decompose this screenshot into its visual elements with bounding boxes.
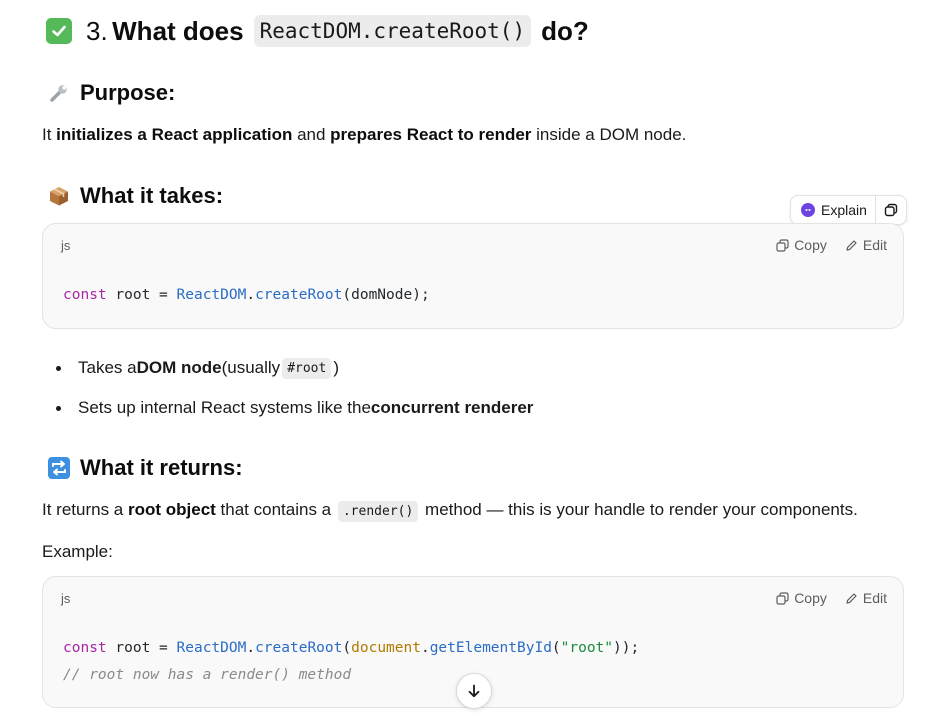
- copy-code-button[interactable]: Copy: [776, 237, 827, 253]
- code-line: const root = ReactDOM.createRoot(domNode…: [63, 287, 430, 303]
- purpose-text-3: inside a DOM node.: [531, 125, 687, 144]
- copy-icon: [776, 238, 789, 252]
- code-string: "root": [560, 640, 614, 656]
- purpose-paragraph: It initializes a React application and p…: [42, 123, 686, 147]
- code-function: createRoot: [255, 287, 343, 303]
- code-keyword: const: [63, 640, 107, 656]
- bullet-text: Takes a: [78, 358, 137, 377]
- edit-code-button[interactable]: Edit: [845, 237, 887, 253]
- bullet-text-mid: (usually: [221, 358, 281, 377]
- inline-code: #root: [282, 357, 332, 379]
- code-var: root =: [106, 640, 177, 656]
- wrench-icon: [46, 80, 72, 106]
- code-actions: Copy Edit: [776, 590, 887, 606]
- bullet-bold: DOM node: [136, 358, 222, 377]
- returns-text-1: It returns a: [42, 500, 128, 519]
- code-function: createRoot: [255, 640, 343, 656]
- copy-code-button[interactable]: Copy: [776, 590, 827, 606]
- returns-heading-label: What it returns:: [80, 455, 243, 480]
- explain-copy-button[interactable]: [874, 196, 906, 224]
- scroll-down-button[interactable]: [456, 673, 492, 709]
- purpose-text-1: It: [42, 125, 57, 144]
- returns-heading: What it returns:: [46, 455, 243, 481]
- copy-label: Copy: [794, 590, 827, 606]
- pencil-icon: [846, 239, 857, 251]
- section-title: 3. What does ReactDOM.createRoot() do?: [46, 12, 589, 50]
- code-dot: .: [246, 287, 256, 303]
- code-class: ReactDOM: [176, 287, 247, 303]
- purpose-bold-2: prepares React to render: [330, 125, 532, 144]
- code-comment: // root now has a render() method: [63, 667, 352, 683]
- example-label: Example:: [42, 542, 113, 561]
- repeat-icon: [46, 455, 72, 481]
- list-item: Takes a DOM node (usually #root): [42, 355, 339, 381]
- check-mark-icon: [46, 18, 72, 44]
- package-icon: [46, 183, 72, 209]
- code-dot: .: [420, 640, 430, 656]
- title-number: 3.: [86, 15, 108, 46]
- bullet-text: Sets up internal React systems like the: [78, 398, 371, 417]
- edit-label: Edit: [862, 590, 887, 606]
- code-paren: ));: [613, 640, 640, 656]
- code-block-create-root: js Copy Edit const root = ReactDOM.creat…: [42, 223, 904, 329]
- pencil-icon: [846, 592, 857, 604]
- edit-label: Edit: [862, 237, 887, 253]
- returns-text-2: that contains a: [215, 500, 336, 519]
- returns-paragraph: It returns a root object that contains a…: [42, 498, 858, 524]
- code-line: const root = ReactDOM.createRoot(documen…: [63, 640, 639, 656]
- code-paren: (: [342, 640, 352, 656]
- title-code: ReactDOM.createRoot(): [253, 15, 532, 47]
- inline-code: .render(): [337, 501, 419, 522]
- edit-code-button[interactable]: Edit: [845, 590, 887, 606]
- code-actions: Copy Edit: [776, 237, 887, 253]
- code-keyword: const: [63, 287, 107, 303]
- code-language-label: js: [61, 591, 71, 606]
- bullet-bold: concurrent renderer: [370, 398, 534, 417]
- explain-button[interactable]: Explain: [791, 196, 875, 224]
- arrow-down-icon: [468, 684, 480, 698]
- purpose-heading-label: Purpose:: [80, 80, 176, 105]
- purpose-bold-1: initializes a React application: [56, 125, 293, 144]
- code-paren: (: [551, 640, 561, 656]
- code-dot: .: [246, 640, 256, 656]
- explain-sparkle-icon: [801, 203, 815, 217]
- purpose-text-2: and: [292, 125, 331, 144]
- purpose-heading: Purpose:: [46, 80, 175, 106]
- returns-bold-1: root object: [127, 500, 216, 519]
- title-prefix: What does: [112, 15, 244, 46]
- explain-toolbar: Explain: [790, 195, 907, 225]
- code-function: getElementById: [429, 640, 552, 656]
- code-object: document: [351, 640, 421, 656]
- copy-icon: [776, 591, 789, 605]
- explain-label: Explain: [821, 202, 867, 218]
- code-var: root =: [106, 287, 177, 303]
- title-suffix: do?: [541, 15, 589, 46]
- code-args: (domNode);: [342, 287, 430, 303]
- copy-label: Copy: [794, 237, 827, 253]
- copy-icon: [884, 203, 898, 217]
- code-language-label: js: [61, 238, 71, 253]
- bullet-dot: [56, 365, 61, 371]
- bullet-dot: [56, 405, 61, 411]
- list-item: Sets up internal React systems like the …: [42, 395, 533, 421]
- code-class: ReactDOM: [176, 640, 247, 656]
- bullet-text-post: ): [333, 358, 339, 377]
- returns-text-3: method — this is your handle to render y…: [420, 500, 858, 519]
- takes-heading-label: What it takes:: [80, 183, 224, 208]
- takes-heading: What it takes:: [46, 183, 223, 209]
